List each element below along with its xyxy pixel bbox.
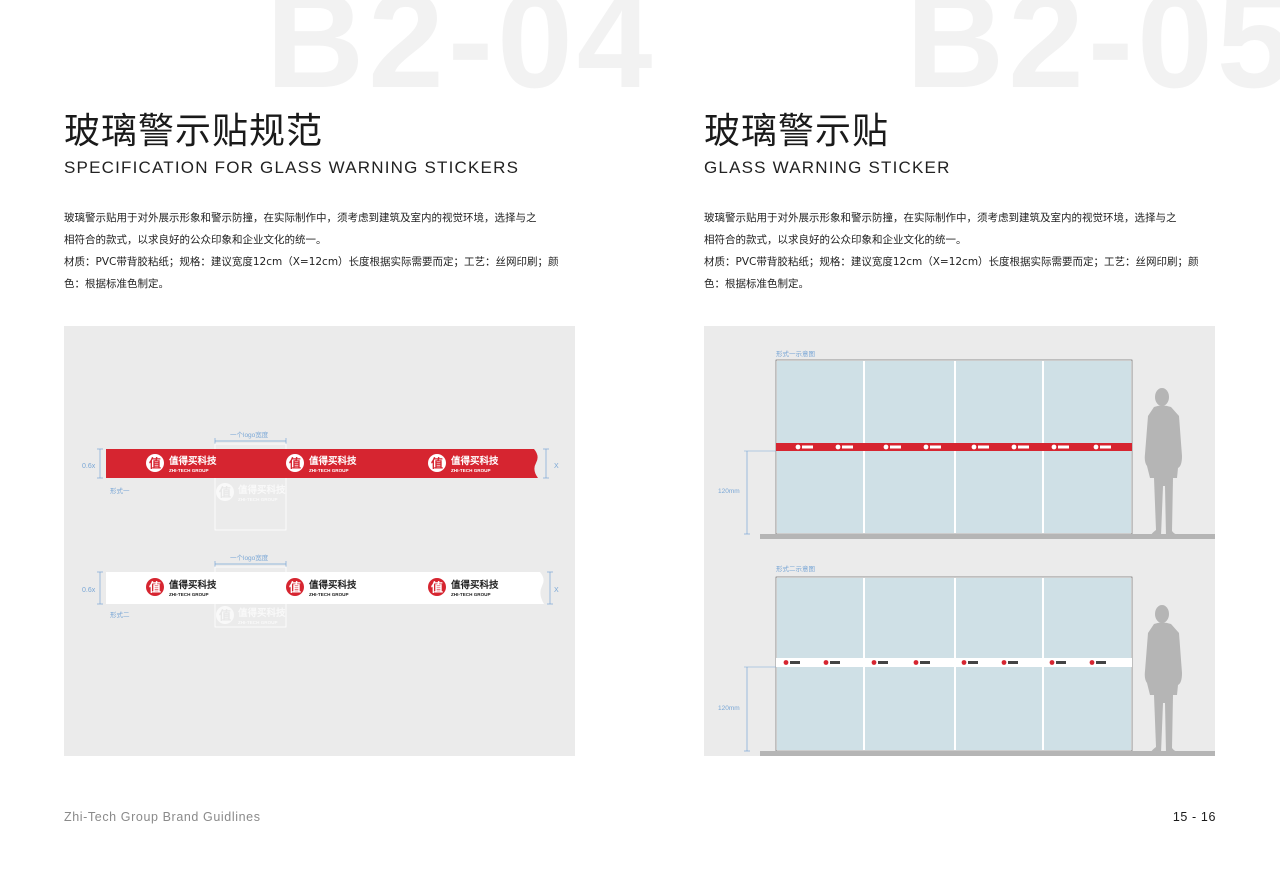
page-code-watermark: B2-04 [266,0,657,116]
style-two-label: 形式二 [110,610,130,619]
logo: 值 值得买科技 ZHI-TECH GROUP [428,578,499,597]
page-title-cn: 玻璃警示贴 [704,111,890,152]
logo-name-cn: 值得买科技 [451,455,499,467]
page-title-en: SPECIFICATION FOR GLASS WARNING STICKERS [64,158,520,177]
height-dimension-label: 120mm [718,705,740,712]
ghost-logo: 值 值得买科技 ZHI-TECH GROUP [216,606,286,625]
style-two-caption: 形式二示意图 [776,564,815,573]
x-label: X [554,463,559,470]
right-page: B2-05 玻璃警示贴 GLASS WARNING STICKER 玻璃警示贴用… [640,0,1280,869]
logo-name-en: ZHI-TECH GROUP [169,468,209,473]
height-label: 0.6x [82,587,96,594]
height-dimension-label: 120mm [718,488,740,495]
glass-application-panel: 形式一示意图 120mm 形式二示意图 120mm [704,326,1215,756]
description-line: 色：根据标准色制定。 [704,278,809,290]
logo-name-cn: 值得买科技 [451,579,499,591]
description-line: 玻璃警示贴用于对外展示形象和警示防撞，在实际制作中，须考虑到建筑及室内的视觉环境… [64,212,537,224]
logo: 值 值得买科技 ZHI-TECH GROUP [146,454,217,473]
glass-application-diagram: 形式一示意图 120mm 形式二示意图 120mm [718,349,1215,756]
logo: 值 值得买科技 ZHI-TECH GROUP [146,578,217,597]
description-line: 色：根据标准色制定。 [64,278,169,290]
sticker-spec-panel: 一个logo宽度 值 值得买科技 ZHI-TECH GROUP 值 值得买科技 … [64,326,575,756]
logo-name-en: ZHI-TECH GROUP [451,468,491,473]
page-code-watermark: B2-05 [906,0,1280,116]
footer-brand: Zhi-Tech Group Brand Guidlines [64,810,261,824]
logo-name-cn: 值得买科技 [169,455,217,467]
description: 玻璃警示贴用于对外展示形象和警示防撞，在实际制作中，须考虑到建筑及室内的视觉环境… [64,207,578,295]
page-title-cn: 玻璃警示贴规范 [64,111,324,152]
logo-name-en: ZHI-TECH GROUP [238,497,278,502]
logo-mark: 值 [149,456,161,471]
style-one-label: 形式一 [110,486,130,495]
logo-name-cn: 值得买科技 [169,579,217,591]
floor [760,751,1215,756]
person-silhouette [1144,388,1182,536]
logo-mark: 值 [219,608,231,623]
style-one-caption: 形式一示意图 [776,349,815,358]
logo-name-en: ZHI-TECH GROUP [309,468,349,473]
logo-mark: 值 [289,580,301,595]
description-line: 相符合的款式，以求良好的公众印象和企业文化的统一。 [64,234,327,246]
person-silhouette [1144,605,1182,753]
logo-name-en: ZHI-TECH GROUP [451,592,491,597]
sticker-spec-diagram: 一个logo宽度 值 值得买科技 ZHI-TECH GROUP 值 值得买科技 … [82,430,559,628]
logo: 值 值得买科技 ZHI-TECH GROUP [428,454,499,473]
logo-name-cn: 值得买科技 [309,455,357,467]
logo-name-en: ZHI-TECH GROUP [309,592,349,597]
logo-name-cn: 值得买科技 [238,484,286,496]
logo-mark: 值 [219,485,231,500]
footer-page-numbers: 15 - 16 [1172,810,1216,824]
description-line: 玻璃警示贴用于对外展示形象和警示防撞，在实际制作中，须考虑到建筑及室内的视觉环境… [704,212,1177,224]
height-label: 0.6x [82,463,96,470]
logo-name-en: ZHI-TECH GROUP [238,620,278,625]
logo: 值 值得买科技 ZHI-TECH GROUP [286,454,357,473]
description-line: 相符合的款式，以求良好的公众印象和企业文化的统一。 [704,234,967,246]
logo: 值 值得买科技 ZHI-TECH GROUP [286,578,357,597]
logo-name-en: ZHI-TECH GROUP [169,592,209,597]
white-warning-strip [776,658,1132,667]
left-page: B2-04 玻璃警示贴规范 SPECIFICATION FOR GLASS WA… [0,0,652,869]
description-line: 材质：PVC带背胶粘纸；规格：建议宽度12cm（X=12cm）长度根据实际需要而… [64,256,559,268]
logo-width-label: 一个logo宽度 [230,430,269,439]
page-title-en: GLASS WARNING STICKER [704,158,951,177]
logo-mark: 值 [149,580,161,595]
logo-name-cn: 值得买科技 [309,579,357,591]
logo-width-label: 一个logo宽度 [230,553,269,562]
red-warning-strip [776,443,1132,451]
logo-mark: 值 [431,456,443,471]
ghost-logo: 值 值得买科技 ZHI-TECH GROUP [216,483,286,502]
logo-name-cn: 值得买科技 [238,607,286,619]
logo-mark: 值 [289,456,301,471]
logo-mark: 值 [431,580,443,595]
description-line: 材质：PVC带背胶粘纸；规格：建议宽度12cm（X=12cm）长度根据实际需要而… [704,256,1199,268]
x-label: X [554,587,559,594]
description: 玻璃警示贴用于对外展示形象和警示防撞，在实际制作中，须考虑到建筑及室内的视觉环境… [704,207,1218,295]
floor [760,534,1215,539]
